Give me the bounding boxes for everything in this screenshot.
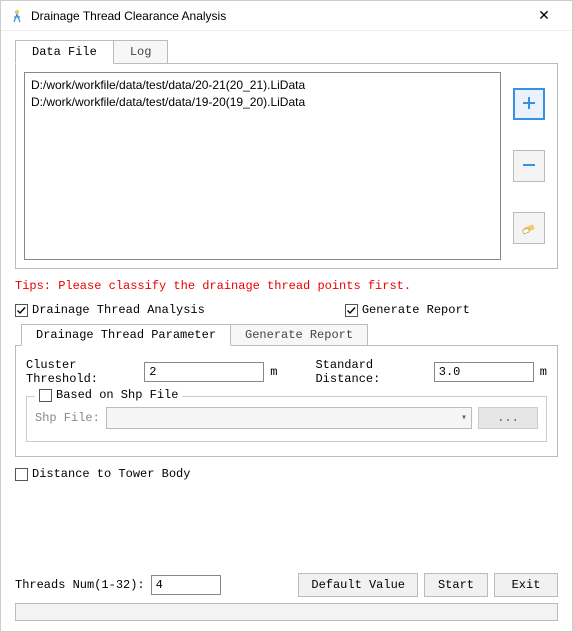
drainage-param-panel: Cluster Threshold: m Standard Distance: … — [15, 345, 558, 457]
list-item[interactable]: D:/work/workfile/data/test/data/20-21(20… — [31, 77, 494, 94]
distance-to-tower-label: Distance to Tower Body — [32, 467, 190, 481]
minus-icon — [521, 157, 537, 176]
app-window: Drainage Thread Clearance Analysis ✕ Dat… — [0, 0, 573, 632]
start-button[interactable]: Start — [424, 573, 488, 597]
data-file-panel: D:/work/workfile/data/test/data/20-21(20… — [15, 63, 558, 269]
shp-row: Shp File: ▾ ... — [35, 407, 538, 429]
generate-report-label: Generate Report — [362, 303, 470, 317]
chevron-down-icon: ▾ — [461, 412, 467, 424]
tab-generate-report-label: Generate Report — [245, 328, 353, 342]
add-file-button[interactable] — [513, 88, 545, 120]
eraser-icon — [521, 219, 537, 238]
app-icon — [9, 8, 25, 24]
file-area: D:/work/workfile/data/test/data/20-21(20… — [24, 72, 549, 260]
tab-drainage-param-label: Drainage Thread Parameter — [36, 328, 216, 342]
shp-fieldset: Based on Shp File Shp File: ▾ ... — [26, 396, 547, 442]
start-label: Start — [438, 578, 474, 592]
generate-report-checkbox[interactable]: Generate Report — [345, 303, 470, 317]
list-item[interactable]: D:/work/workfile/data/test/data/19-20(19… — [31, 94, 494, 111]
titlebar: Drainage Thread Clearance Analysis ✕ — [1, 1, 572, 31]
checkbox-checked-icon — [345, 304, 358, 317]
drainage-analysis-label: Drainage Thread Analysis — [32, 303, 205, 317]
cluster-threshold-input[interactable] — [144, 362, 264, 382]
content-area: Data File Log D:/work/workfile/data/test… — [1, 31, 572, 631]
tab-data-file-label: Data File — [32, 45, 97, 59]
default-value-label: Default Value — [311, 578, 405, 592]
window-title: Drainage Thread Clearance Analysis — [31, 9, 524, 23]
threads-num-label: Threads Num(1-32): — [15, 578, 145, 592]
cluster-threshold-unit: m — [270, 365, 277, 379]
browse-label: ... — [497, 411, 519, 425]
tab-data-file[interactable]: Data File — [15, 40, 114, 64]
footer-row: Threads Num(1-32): Default Value Start E… — [15, 573, 558, 597]
sub-tabs: Drainage Thread Parameter Generate Repor… — [21, 323, 558, 345]
footer: Threads Num(1-32): Default Value Start E… — [15, 573, 558, 621]
param-row: Cluster Threshold: m Standard Distance: … — [26, 358, 547, 386]
shp-browse-button[interactable]: ... — [478, 407, 538, 429]
shp-file-combo[interactable]: ▾ — [106, 407, 472, 429]
threads-num-input[interactable] — [151, 575, 221, 595]
tab-drainage-param[interactable]: Drainage Thread Parameter — [21, 324, 231, 346]
checkbox-unchecked-icon — [15, 468, 28, 481]
shp-file-label: Shp File: — [35, 411, 100, 425]
default-value-button[interactable]: Default Value — [298, 573, 418, 597]
standard-distance-input[interactable] — [434, 362, 534, 382]
standard-distance-label: Standard Distance: — [315, 358, 427, 386]
based-on-shp-label: Based on Shp File — [56, 388, 178, 402]
check-row: Drainage Thread Analysis Generate Report — [15, 303, 558, 317]
file-side-buttons — [509, 72, 549, 260]
drainage-analysis-checkbox[interactable]: Drainage Thread Analysis — [15, 303, 205, 317]
tab-generate-report[interactable]: Generate Report — [231, 324, 368, 346]
based-on-shp-checkbox[interactable]: Based on Shp File — [35, 388, 182, 402]
distance-to-tower-checkbox[interactable]: Distance to Tower Body — [15, 467, 558, 481]
progress-bar — [15, 603, 558, 621]
clear-files-button[interactable] — [513, 212, 545, 244]
top-tabs: Data File Log — [15, 39, 558, 63]
close-button[interactable]: ✕ — [524, 1, 564, 31]
tab-log-label: Log — [130, 45, 152, 59]
tips-text: Tips: Please classify the drainage threa… — [15, 279, 558, 293]
exit-button[interactable]: Exit — [494, 573, 558, 597]
exit-label: Exit — [512, 578, 541, 592]
standard-distance-unit: m — [540, 365, 547, 379]
checkbox-checked-icon — [15, 304, 28, 317]
close-icon: ✕ — [538, 7, 550, 24]
cluster-threshold-label: Cluster Threshold: — [26, 358, 138, 386]
tab-log[interactable]: Log — [114, 40, 169, 64]
plus-icon — [521, 95, 537, 114]
checkbox-unchecked-icon — [39, 389, 52, 402]
file-list[interactable]: D:/work/workfile/data/test/data/20-21(20… — [24, 72, 501, 260]
remove-file-button[interactable] — [513, 150, 545, 182]
